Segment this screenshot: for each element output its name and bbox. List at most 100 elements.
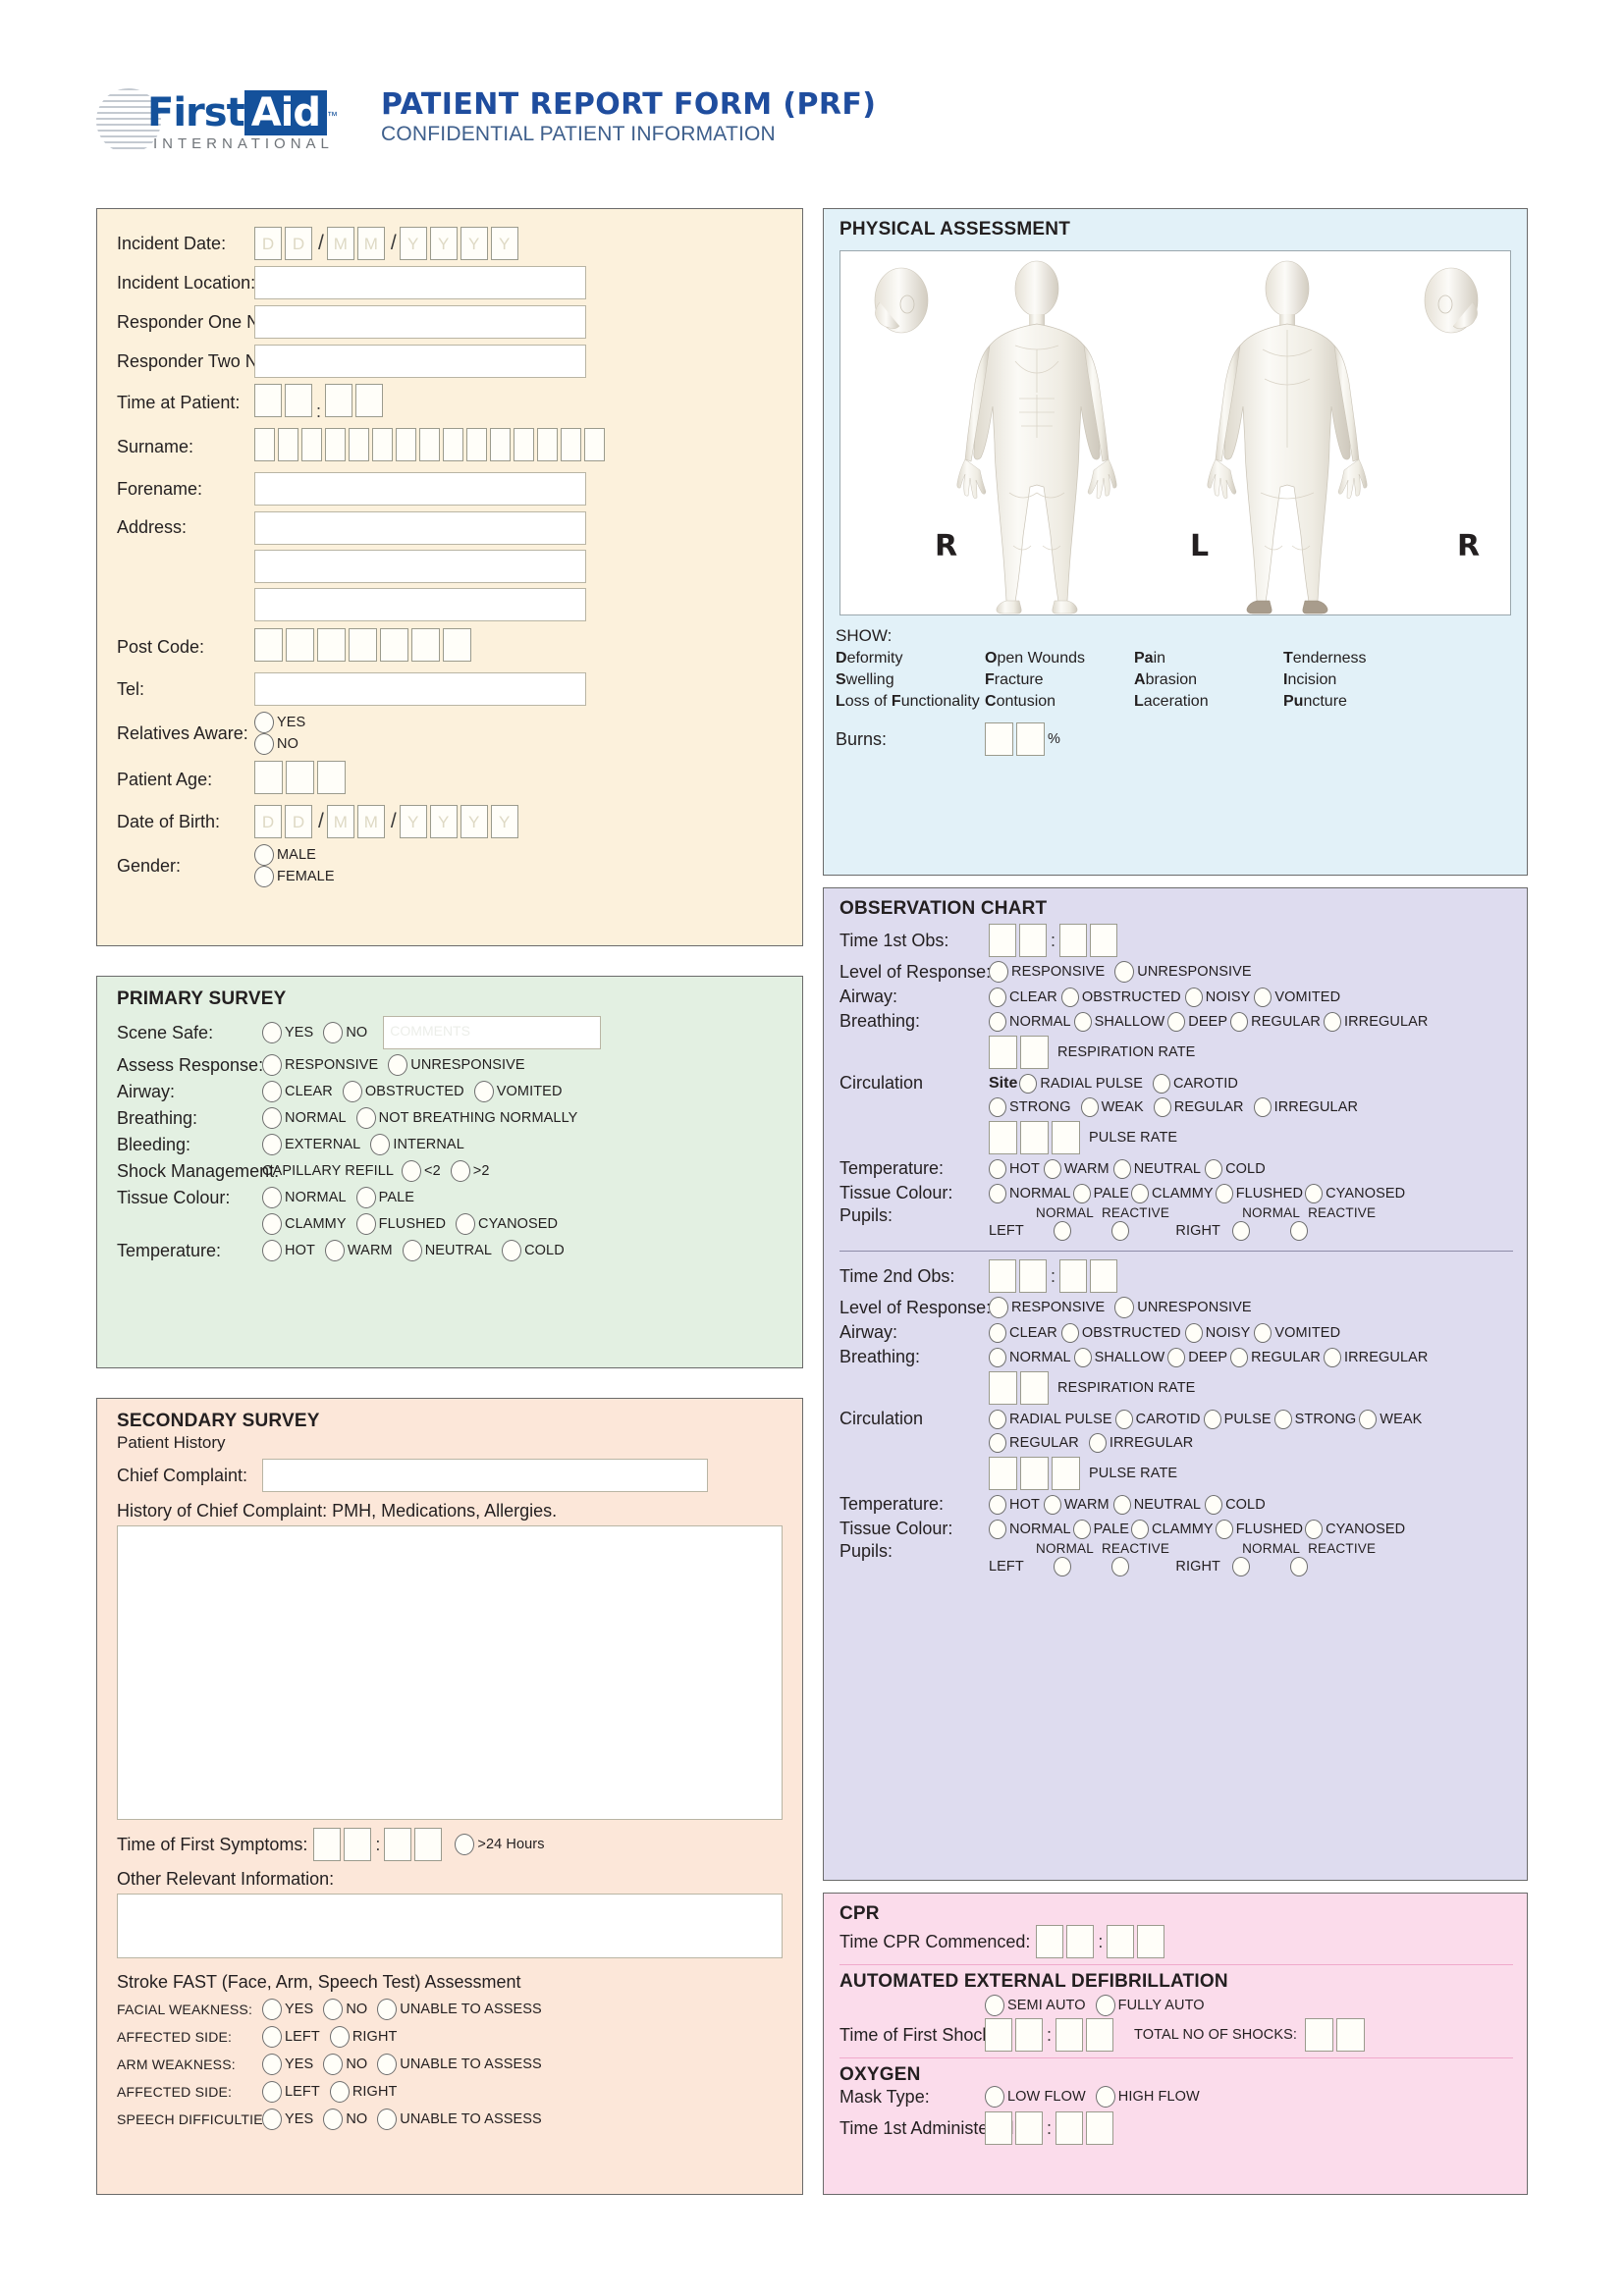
option-regular[interactable]: REGULAR (1230, 1347, 1321, 1367)
obs-time-hh-2[interactable] (1019, 1259, 1047, 1293)
radio-button[interactable] (1080, 1097, 1099, 1117)
address-line-2[interactable] (254, 550, 586, 583)
radio-button[interactable] (989, 987, 1006, 1007)
surname-box[interactable] (325, 428, 346, 461)
dob-box-2[interactable]: M (326, 805, 354, 838)
radio-button[interactable] (1205, 1494, 1223, 1515)
option-normal[interactable]: NORMAL (989, 1519, 1071, 1539)
responder-two-input[interactable] (254, 345, 586, 378)
age-box[interactable] (254, 761, 283, 794)
postcode-box[interactable] (317, 628, 346, 662)
option-obstructed[interactable]: OBSTRUCTED (1060, 987, 1181, 1007)
option-unable-to-assess[interactable]: UNABLE TO ASSESS (377, 1999, 542, 2020)
postcode-box[interactable] (254, 628, 283, 662)
option-clear[interactable]: CLEAR (262, 1081, 333, 1102)
option-pale[interactable]: PALE (355, 1187, 414, 1208)
option-deep[interactable]: DEEP (1167, 1011, 1227, 1032)
first-shock-mm-2[interactable] (1086, 2018, 1114, 2052)
pulse-rate-box[interactable] (1052, 1121, 1080, 1154)
radio-button[interactable] (1305, 1183, 1324, 1203)
option-warm[interactable]: WARM (1043, 1494, 1110, 1515)
radio-button[interactable] (355, 1187, 376, 1208)
radio-button[interactable] (1095, 2086, 1115, 2108)
radio-button[interactable] (1131, 1519, 1150, 1539)
option-obstructed[interactable]: OBSTRUCTED (1060, 1322, 1181, 1343)
option-radial-pulse[interactable]: RADIAL PULSE (1019, 1073, 1143, 1094)
option-irregular[interactable]: IRREGULAR (1323, 1011, 1429, 1032)
radio-button[interactable] (456, 1213, 476, 1235)
body-diagram-canvas[interactable]: R L R (839, 250, 1511, 615)
radio-button[interactable] (262, 2026, 282, 2048)
radio-button[interactable] (1095, 1995, 1115, 2016)
option-no[interactable]: NO (323, 1022, 367, 1043)
option-pulse[interactable]: PULSE (1203, 1409, 1272, 1429)
option-warm[interactable]: WARM (1043, 1158, 1110, 1179)
radio-button[interactable] (1019, 1073, 1038, 1094)
date-box-2[interactable]: M (326, 227, 354, 260)
resp-rate-box[interactable] (989, 1371, 1017, 1405)
age-box[interactable] (317, 761, 346, 794)
surname-box[interactable] (254, 428, 275, 461)
radio-button[interactable] (989, 961, 1008, 983)
surname-box[interactable] (349, 428, 369, 461)
burns-box[interactable] (985, 722, 1013, 756)
radio-button[interactable] (1167, 1347, 1186, 1367)
radio-button[interactable] (1043, 1158, 1061, 1179)
responder-one-input[interactable] (254, 305, 586, 339)
radio-button[interactable] (1205, 1158, 1223, 1179)
option-no[interactable]: NO (254, 733, 305, 755)
option-vomited[interactable]: VOMITED (473, 1081, 563, 1102)
option-noisy[interactable]: NOISY (1184, 987, 1251, 1007)
time-hh-1[interactable] (254, 384, 282, 417)
pupil-radio-left-normal[interactable] (1054, 1557, 1071, 1576)
option-neutral[interactable]: NEUTRAL (1112, 1494, 1201, 1515)
option-cold[interactable]: COLD (1205, 1158, 1266, 1179)
radio-button[interactable] (370, 1134, 391, 1155)
option-female[interactable]: FEMALE (254, 866, 335, 887)
radio-button[interactable] (1184, 987, 1203, 1007)
history-textarea[interactable] (117, 1525, 783, 1820)
radio-button[interactable] (262, 1240, 282, 1261)
radio-button[interactable] (1073, 1347, 1092, 1367)
dob-box-6[interactable]: Y (460, 805, 488, 838)
surname-box[interactable] (278, 428, 298, 461)
surname-box[interactable] (514, 428, 534, 461)
surname-box[interactable] (396, 428, 416, 461)
postcode-box[interactable] (380, 628, 408, 662)
obs-time-hh-2[interactable] (1019, 924, 1047, 957)
option-unresponsive[interactable]: UNRESPONSIVE (388, 1054, 525, 1076)
option-weak[interactable]: WEAK (1359, 1409, 1422, 1429)
time-mm-1[interactable] (325, 384, 353, 417)
option-warm[interactable]: WARM (324, 1240, 393, 1261)
option-semi-auto[interactable]: SEMI AUTO (985, 1995, 1086, 2016)
postcode-box[interactable] (349, 628, 377, 662)
option-right[interactable]: RIGHT (329, 2026, 398, 2048)
pulse-rate-box[interactable] (1020, 1121, 1049, 1154)
radio-button[interactable] (402, 1160, 422, 1182)
radio-button[interactable] (1230, 1011, 1249, 1032)
radio-button[interactable] (1152, 1073, 1170, 1094)
radio-button[interactable] (1088, 1433, 1107, 1453)
oxygen-time-hh-2[interactable] (1015, 2111, 1043, 2145)
radio-button[interactable] (377, 2054, 398, 2075)
date-box-4[interactable]: Y (399, 227, 427, 260)
total-shocks-box[interactable] (1305, 2018, 1334, 2052)
option--2[interactable]: >2 (450, 1160, 490, 1182)
option-yes[interactable]: YES (262, 1022, 313, 1043)
option-responsive[interactable]: RESPONSIVE (989, 1297, 1105, 1318)
radio-button[interactable] (989, 1158, 1006, 1179)
chief-complaint-input[interactable] (262, 1459, 708, 1492)
radio-button[interactable] (254, 712, 274, 733)
radio-button[interactable] (989, 1183, 1006, 1203)
option-hot[interactable]: HOT (989, 1158, 1040, 1179)
obs-time-mm-1[interactable] (1059, 1259, 1088, 1293)
surname-box[interactable] (443, 428, 463, 461)
option-pale[interactable]: PALE (1072, 1183, 1129, 1203)
option-no[interactable]: NO (323, 2054, 367, 2075)
scene-safe-comments-input[interactable]: COMMENTS (383, 1016, 602, 1049)
radio-button[interactable] (1305, 1519, 1324, 1539)
time-hh-2[interactable] (285, 384, 312, 417)
radio-button[interactable] (1254, 987, 1272, 1007)
radio-button[interactable] (1114, 961, 1135, 983)
date-box-1[interactable]: D (285, 227, 312, 260)
